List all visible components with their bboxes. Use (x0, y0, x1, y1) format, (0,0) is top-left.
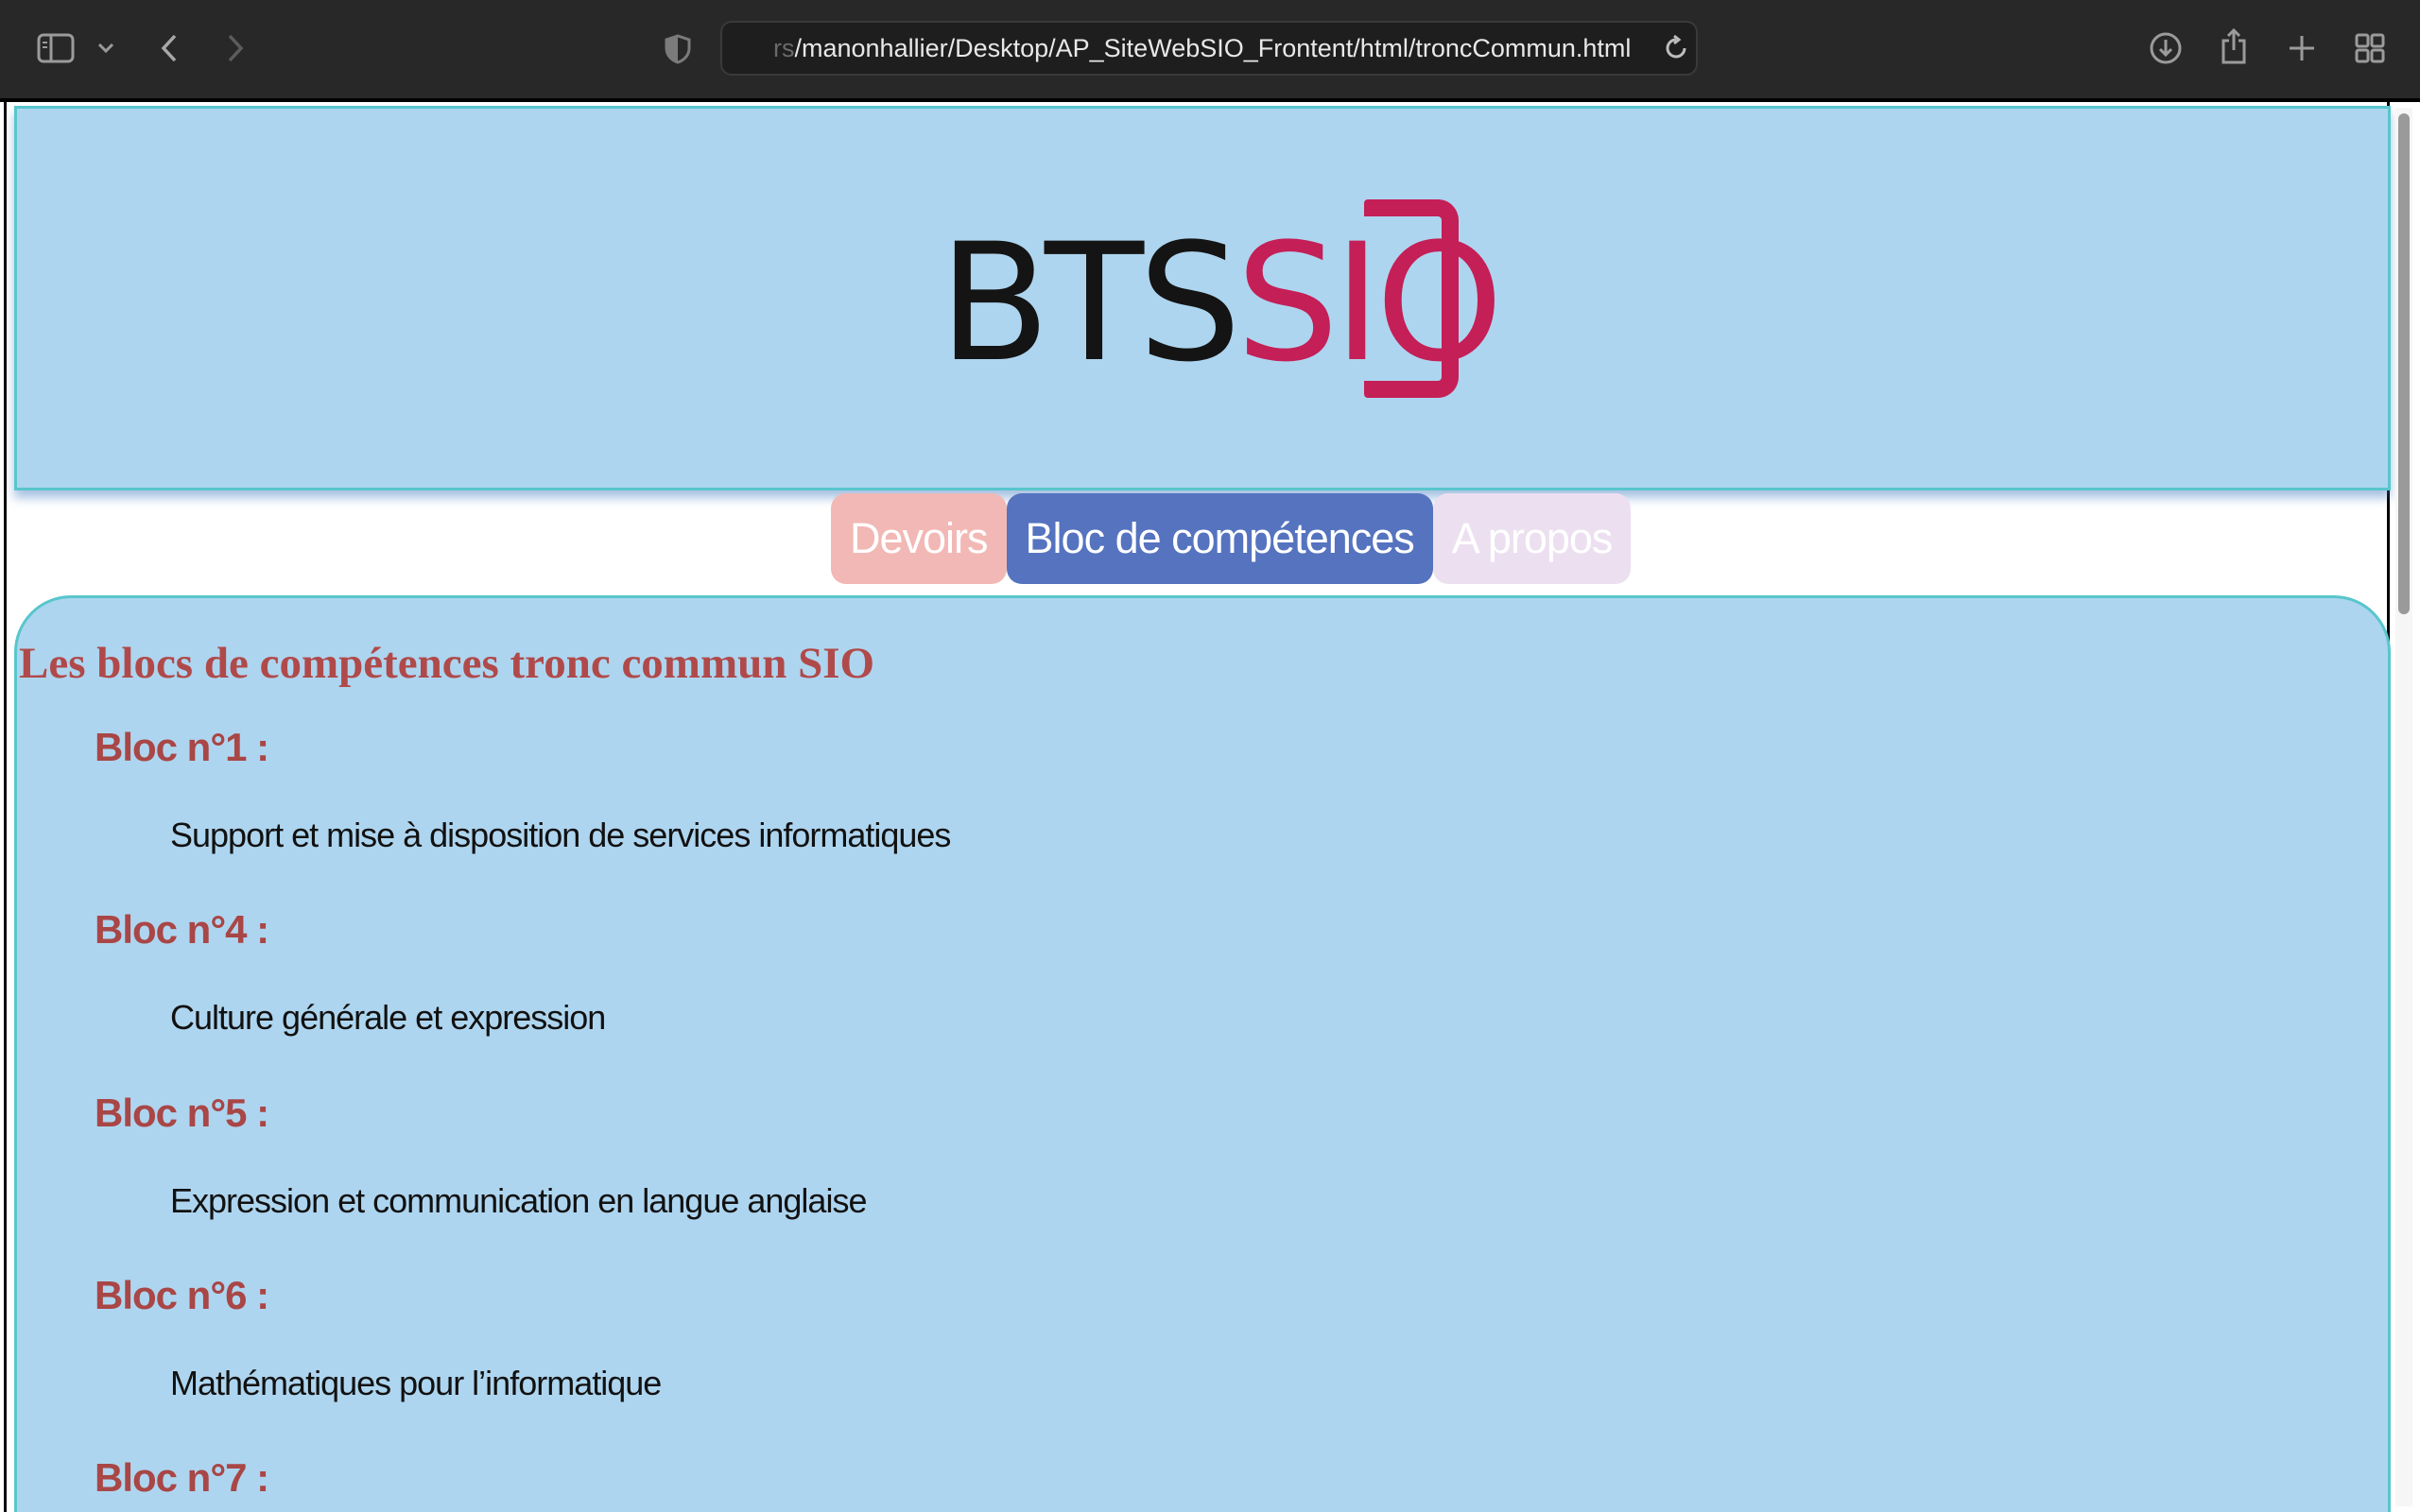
bloc-description: Support et mise à disposition de service… (170, 816, 951, 854)
scrollbar-thumb[interactable] (2398, 113, 2410, 614)
forward-icon[interactable] (221, 32, 250, 64)
bts-sio-logo: BTSSIO (939, 199, 1504, 407)
bloc-description: Mathématiques pour l’informatique (170, 1364, 662, 1402)
bloc-item: Bloc n°5 : Expression et communication e… (95, 1091, 867, 1220)
nav-a-propos[interactable]: A propos (1432, 493, 1632, 584)
bloc-title: Bloc n°7 : (95, 1455, 269, 1500)
main-nav: Devoirs Bloc de compétences A propos (831, 493, 1632, 584)
content-section: Les blocs de compétences tronc commun SI… (14, 595, 2391, 1512)
logo-bracket (1364, 199, 1459, 398)
bloc-title: Bloc n°4 : (95, 907, 269, 952)
sidebar-icon[interactable] (36, 32, 76, 64)
browser-toolbar: rs/manonhallier/Desktop/AP_SiteWebSIO_Fr… (0, 0, 2420, 98)
bloc-title: Bloc n°1 : (95, 725, 269, 769)
page-frame: BTSSIO Devoirs Bloc de compétences A pro… (4, 102, 2391, 1512)
bloc-description: Expression et communication en langue an… (170, 1181, 867, 1220)
chevron-down-icon[interactable] (95, 38, 117, 59)
address-bar[interactable]: rs/manonhallier/Desktop/AP_SiteWebSIO_Fr… (720, 21, 1698, 76)
new-tab-icon[interactable] (2286, 32, 2318, 64)
bloc-description: Culture générale et expression (170, 998, 606, 1037)
share-icon[interactable] (2218, 26, 2250, 66)
reload-icon[interactable] (1662, 34, 1690, 62)
scrollbar[interactable] (2395, 108, 2412, 1506)
page-viewport: BTSSIO Devoirs Bloc de compétences A pro… (0, 98, 2420, 1512)
shield-icon[interactable] (662, 32, 694, 66)
back-icon[interactable] (155, 32, 183, 64)
bloc-item: Bloc n°4 : Culture générale et expressio… (95, 907, 606, 1037)
page-title: Les blocs de compétences tronc commun SI… (19, 639, 875, 688)
download-icon[interactable] (2148, 30, 2184, 66)
nav-devoirs[interactable]: Devoirs (831, 493, 1007, 584)
bloc-title: Bloc n°6 : (95, 1273, 269, 1317)
bloc-title: Bloc n°5 : (95, 1091, 269, 1135)
bloc-item: Bloc n°6 : Mathématiques pour l’informat… (95, 1273, 662, 1402)
bloc-item: Bloc n°7 : (95, 1455, 269, 1501)
tab-overview-icon[interactable] (2354, 32, 2386, 64)
nav-bloc-competences[interactable]: Bloc de compétences (1006, 493, 1433, 584)
url-text: rs/manonhallier/Desktop/AP_SiteWebSIO_Fr… (773, 34, 1632, 62)
bloc-item: Bloc n°1 : Support et mise à disposition… (95, 725, 951, 854)
site-header: BTSSIO (14, 106, 2391, 490)
